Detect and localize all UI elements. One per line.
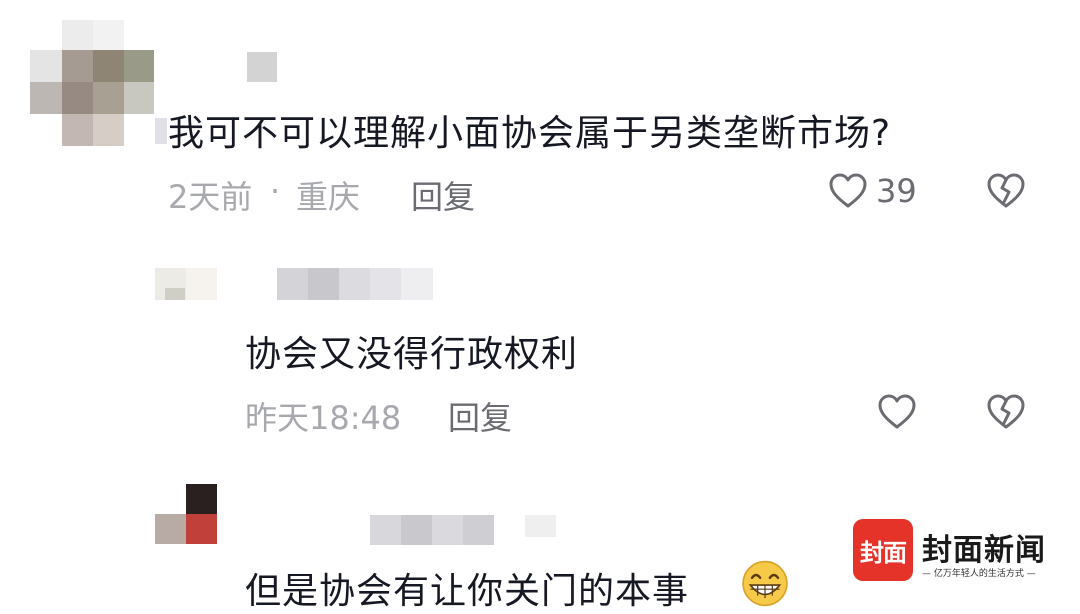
avatar[interactable] xyxy=(155,484,217,544)
like-count: 39 xyxy=(876,172,917,210)
reply-button[interactable]: 回复 xyxy=(411,172,475,218)
comment-location: 重庆 xyxy=(296,178,361,216)
comment-time: 昨天18:48 xyxy=(245,399,402,437)
comment-text: 协会又没得行政权利 xyxy=(245,334,579,375)
like-heart-icon[interactable] xyxy=(877,393,917,431)
like-heart-icon[interactable] xyxy=(828,172,868,210)
comment-text: 但是协会有让你关门的本事 xyxy=(245,571,690,612)
watermark-slogan: — 亿万年轻人的生活方式 — xyxy=(922,569,1036,579)
grinning-face-emoji-icon xyxy=(742,560,788,607)
avatar[interactable] xyxy=(30,20,154,146)
watermark-badge: 封面 xyxy=(853,519,913,581)
reply-button[interactable]: 回复 xyxy=(448,393,512,439)
watermark-name: 封面新闻 xyxy=(922,533,1046,568)
username-redacted[interactable] xyxy=(247,52,277,82)
username-redacted[interactable] xyxy=(277,268,433,300)
username-redacted[interactable] xyxy=(370,515,556,545)
comment-time: 2天前 xyxy=(168,178,253,216)
comment-text: 我可不可以理解小面协会属于另类垄断市场? xyxy=(168,113,892,154)
avatar[interactable] xyxy=(155,268,217,300)
dislike-broken-heart-icon[interactable] xyxy=(986,393,1026,431)
redaction-fragment xyxy=(155,118,167,144)
dislike-broken-heart-icon[interactable] xyxy=(986,172,1026,210)
meta-separator: · xyxy=(270,172,281,210)
